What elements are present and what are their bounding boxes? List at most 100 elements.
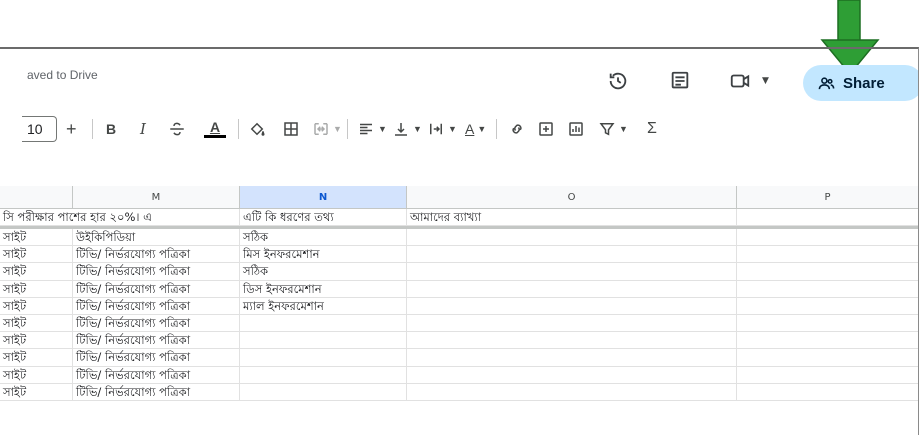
history-icon[interactable] — [605, 69, 631, 93]
cell-a[interactable]: সাইট — [0, 315, 73, 333]
table-row: সাইট টিভি/ নির্ভরযোগ্য পত্রিকা — [0, 349, 918, 367]
cell-o[interactable] — [407, 366, 737, 384]
meet-icon[interactable] — [727, 69, 753, 93]
cell-o[interactable] — [407, 383, 737, 401]
cell-m[interactable]: টিভি/ নির্ভরযোগ্য পত্রিকা — [73, 315, 240, 333]
cell-p[interactable] — [737, 246, 918, 264]
text-wrapping-icon[interactable]: ▼ — [427, 118, 457, 140]
cell-m[interactable]: টিভি/ নির্ভরযোগ্য পত্রিকা — [73, 297, 240, 315]
table-cell[interactable] — [737, 209, 918, 227]
cell-a[interactable]: সাইট — [0, 332, 73, 350]
table-row: সি পরীক্ষার পাশের হার ২০%। এ এটি কি ধরণে… — [0, 209, 918, 227]
cell-a[interactable]: সাইট — [0, 297, 73, 315]
cell-p[interactable] — [737, 349, 918, 367]
cell-m[interactable]: উইকিপিডিয়া — [73, 229, 240, 247]
cell-o[interactable] — [407, 332, 737, 350]
merge-cells-icon[interactable]: ▼ — [312, 118, 342, 140]
cell-p[interactable] — [737, 315, 918, 333]
text-color-icon[interactable]: A — [201, 118, 229, 140]
title-bar: aved to Drive ▼ Share — [0, 49, 918, 109]
insert-chart-icon[interactable] — [567, 118, 585, 140]
cell-m[interactable]: টিভি/ নির্ভরযোগ্য পত্রিকা — [73, 280, 240, 298]
cell-n[interactable] — [240, 315, 407, 333]
cell-m[interactable]: টিভি/ নির্ভরযোগ্য পত্রিকা — [73, 263, 240, 281]
table-row: সাইট টিভি/ নির্ভরযোগ্য পত্রিকা — [0, 332, 918, 350]
cell-m[interactable]: টিভি/ নির্ভরযোগ্য পত্রিকা — [73, 349, 240, 367]
functions-button[interactable]: Σ — [647, 118, 657, 140]
borders-icon[interactable] — [282, 118, 300, 140]
toolbar-divider — [238, 119, 239, 139]
people-icon — [818, 76, 835, 89]
column-header-hidden[interactable] — [0, 186, 73, 209]
cell-a[interactable]: সাইট — [0, 349, 73, 367]
cell-n[interactable]: সঠিক — [240, 229, 407, 247]
filter-icon[interactable]: ▼ — [598, 118, 628, 140]
insert-comment-icon[interactable] — [537, 118, 555, 140]
cell-p[interactable] — [737, 298, 918, 315]
cell-m[interactable]: টিভি/ নির্ভরযোগ্য পত্রিকা — [73, 246, 240, 264]
toolbar-divider — [92, 119, 93, 139]
cell-n[interactable] — [240, 383, 407, 401]
cell-a[interactable]: সাইট — [0, 263, 73, 281]
cell-a[interactable]: সাইট — [0, 280, 73, 298]
share-label: Share — [843, 74, 885, 92]
cell-m[interactable]: টিভি/ নির্ভরযোগ্য পত্রিকা — [73, 332, 240, 350]
saved-status: aved to Drive — [27, 68, 98, 82]
column-header-m[interactable]: M — [73, 186, 240, 209]
cell-o[interactable] — [407, 246, 737, 264]
cell-p[interactable] — [737, 229, 918, 247]
table-row: সাইট টিভি/ নির্ভরযোগ্য পত্রিকা — [0, 383, 918, 401]
text-rotation-icon[interactable]: A ▼ — [465, 118, 486, 140]
share-button[interactable]: Share — [803, 65, 918, 101]
cell-n[interactable] — [240, 349, 407, 367]
cell-p[interactable] — [737, 384, 918, 401]
column-header-o[interactable]: O — [407, 186, 737, 209]
cell-o[interactable] — [407, 349, 737, 367]
horizontal-align-icon[interactable]: ▼ — [357, 118, 387, 140]
bold-button[interactable]: B — [106, 118, 116, 140]
header-cell-a[interactable]: সি পরীক্ষার পাশের হার ২০%। এ — [0, 209, 152, 227]
cell-p[interactable] — [737, 332, 918, 350]
table-row: সাইট টিভি/ নির্ভরযোগ্য পত্রিকা ম্যাল ইনফরম… — [0, 297, 918, 315]
column-header-p[interactable]: P — [737, 186, 918, 209]
cell-a[interactable]: সাইট — [0, 383, 73, 401]
cell-o[interactable] — [407, 263, 737, 281]
cell-a[interactable]: সাইট — [0, 366, 73, 384]
header-cell-n[interactable]: আমাদের ব্যাখ্যা — [407, 209, 737, 227]
cell-o[interactable] — [407, 229, 737, 247]
cell-n[interactable]: সঠিক — [240, 263, 407, 281]
toolbar-divider — [347, 119, 348, 139]
cell-n[interactable] — [240, 366, 407, 384]
font-size-input[interactable]: 10 — [22, 116, 57, 142]
cell-n[interactable] — [240, 332, 407, 350]
cell-o[interactable] — [407, 297, 737, 315]
chevron-down-icon[interactable]: ▼ — [757, 69, 771, 93]
cell-p[interactable] — [737, 263, 918, 281]
cell-m[interactable]: টিভি/ নির্ভরযোগ্য পত্রিকা — [73, 366, 240, 384]
link-icon[interactable] — [508, 118, 526, 140]
comments-icon[interactable] — [667, 69, 693, 93]
cell-m[interactable]: টিভি/ নির্ভরযোগ্য পত্রিকা — [73, 383, 240, 401]
table-row: সাইট টিভি/ নির্ভরযোগ্য পত্রিকা — [0, 366, 918, 384]
table-row: সাইট টিভি/ নির্ভরযোগ্য পত্রিকা ডিস ইনফরমেশ… — [0, 280, 918, 298]
column-header-n[interactable]: N — [240, 186, 407, 209]
increase-font-size-button[interactable]: + — [66, 118, 77, 140]
cell-p[interactable] — [737, 281, 918, 298]
toolbar-divider — [496, 119, 497, 139]
sheets-window: aved to Drive ▼ Share 10 + B I A ▼ ▼ ▼ ▼… — [0, 47, 919, 435]
cell-a[interactable]: সাইট — [0, 246, 73, 264]
cell-n[interactable]: মিস ইনফরমেশান — [240, 246, 407, 264]
vertical-align-icon[interactable]: ▼ — [392, 118, 422, 140]
table-row: সাইট টিভি/ নির্ভরযোগ্য পত্রিকা মিস ইনফরমেশ… — [0, 246, 918, 264]
strikethrough-icon[interactable] — [168, 118, 186, 140]
cell-n[interactable]: ডিস ইনফরমেশান — [240, 280, 407, 298]
fill-color-icon[interactable] — [248, 118, 266, 140]
header-cell-m-label[interactable]: এটি কি ধরণের তথ্য — [240, 209, 407, 227]
cell-n[interactable]: ম্যাল ইনফরমেশান — [240, 297, 407, 315]
italic-button[interactable]: I — [140, 118, 146, 140]
cell-o[interactable] — [407, 315, 737, 333]
cell-p[interactable] — [737, 367, 918, 384]
table-row: সাইট টিভি/ নির্ভরযোগ্য পত্রিকা — [0, 315, 918, 333]
cell-a[interactable]: সাইট — [0, 229, 73, 247]
cell-o[interactable] — [407, 280, 737, 298]
